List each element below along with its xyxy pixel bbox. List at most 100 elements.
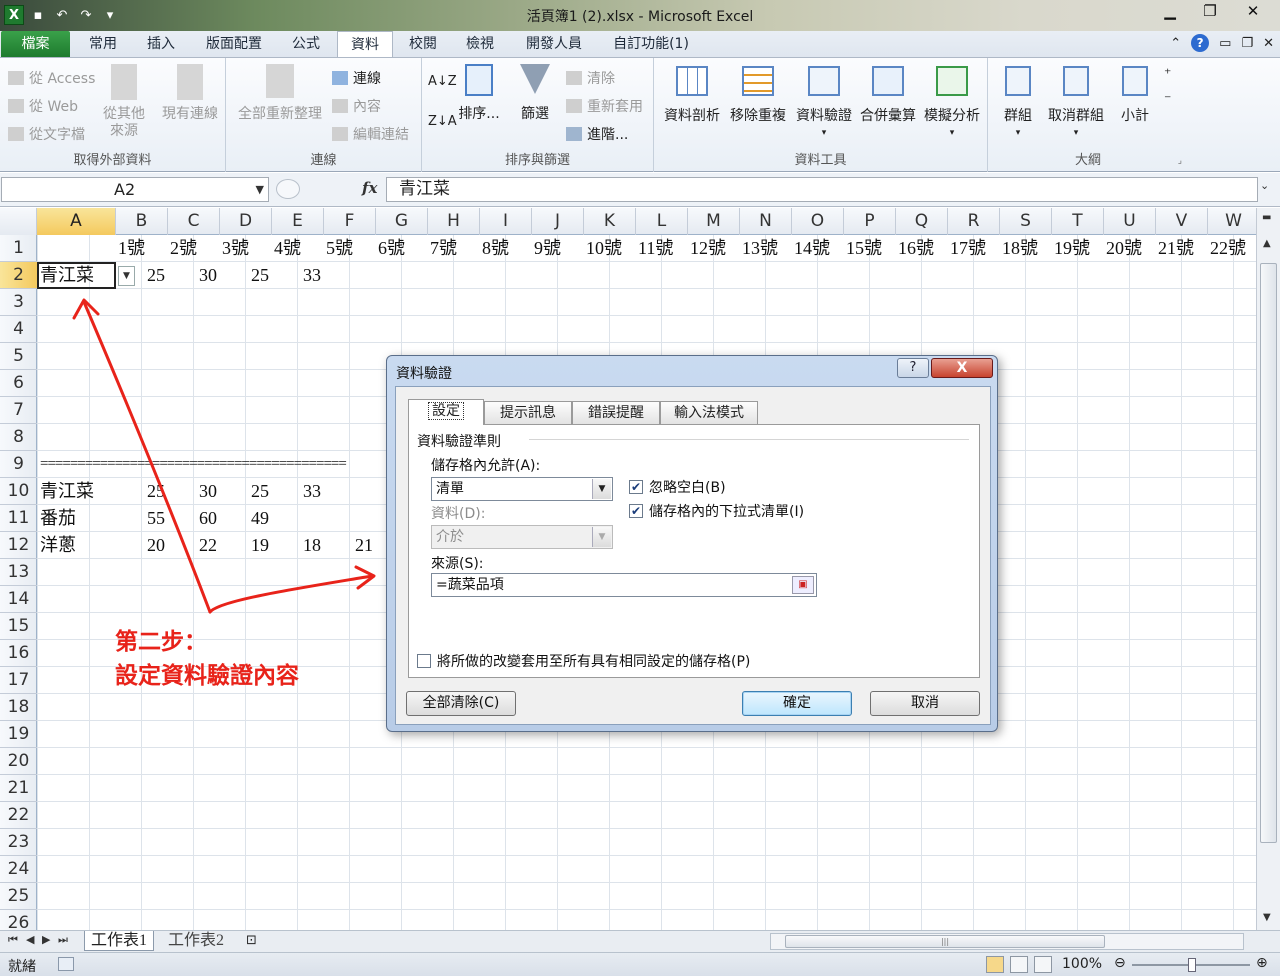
row-header-2[interactable]: 2 — [0, 262, 37, 289]
row-header-1[interactable]: 1 — [0, 235, 37, 262]
cell-d2[interactable]: 25 — [220, 262, 272, 289]
consolidate-button[interactable]: 合併彙算 — [856, 66, 920, 125]
row-header-6[interactable]: 6 — [0, 370, 37, 397]
cell-row1-13[interactable]: 13號 — [740, 235, 792, 262]
data-validation-dropdown-icon[interactable]: ▾ — [792, 125, 856, 142]
allow-select[interactable]: 清單 ▼ — [431, 477, 613, 501]
clear-all-button[interactable]: 全部清除(C) — [406, 691, 516, 716]
ignore-blank-checkbox[interactable]: ✔ — [629, 480, 643, 494]
column-header-g[interactable]: G — [376, 208, 428, 235]
source-input[interactable]: =蔬菜品項 ▣ — [431, 573, 817, 597]
row-header-26[interactable]: 26 — [0, 910, 37, 930]
cell-row1-3[interactable]: 3號 — [220, 235, 272, 262]
what-if-dropdown-icon[interactable]: ▾ — [920, 125, 984, 142]
cell-row1-4[interactable]: 4號 — [272, 235, 324, 262]
scroll-down-icon[interactable]: ▼ — [1263, 912, 1271, 923]
from-text-button[interactable]: 從文字檔 — [8, 124, 85, 144]
cell-a12[interactable]: 洋蔥 — [37, 532, 116, 559]
column-header-c[interactable]: C — [168, 208, 220, 235]
from-access-button[interactable]: 從 Access — [8, 68, 95, 88]
column-header-j[interactable]: J — [532, 208, 584, 235]
cell-row1-8[interactable]: 8號 — [480, 235, 532, 262]
expand-formula-bar-icon[interactable]: ⌄ — [1260, 179, 1276, 199]
column-header-d[interactable]: D — [220, 208, 272, 235]
allow-dropdown-icon[interactable]: ▼ — [592, 479, 611, 499]
ok-button[interactable]: 確定 — [742, 691, 852, 716]
normal-view-icon[interactable] — [986, 956, 1004, 973]
cell-b12[interactable]: 20 — [116, 532, 168, 559]
advanced-filter-button[interactable]: 進階... — [566, 124, 628, 144]
cell-row1-1[interactable]: 1號 — [116, 235, 168, 262]
sheet-tab-1[interactable]: 工作表1 — [84, 931, 155, 951]
row-header-13[interactable]: 13 — [0, 559, 37, 586]
cell-row1-9[interactable]: 9號 — [532, 235, 584, 262]
group-button[interactable]: 群組 ▾ — [994, 66, 1042, 142]
cell-dropdown-arrow-icon[interactable]: ▼ — [118, 266, 135, 286]
tab-formulas[interactable]: 公式 — [283, 31, 329, 57]
cell-row1-16[interactable]: 16號 — [896, 235, 948, 262]
dialog-help-button[interactable]: ? — [897, 358, 929, 378]
zoom-out-icon[interactable]: ⊖ — [1114, 955, 1126, 971]
tab-custom[interactable]: 自訂功能(1) — [606, 31, 696, 57]
row-header-17[interactable]: 17 — [0, 667, 37, 694]
horizontal-scrollbar[interactable]: ||| — [770, 933, 1244, 950]
vertical-scrollbar[interactable]: ▬ ▲ ▼ — [1256, 208, 1280, 930]
row-header-22[interactable]: 22 — [0, 802, 37, 829]
in-cell-dropdown-label[interactable]: 儲存格內的下拉式清單(I) — [649, 501, 804, 521]
next-sheet-icon[interactable]: ▶ — [42, 933, 50, 946]
collapse-ribbon-icon[interactable]: ⌃ — [1170, 36, 1181, 51]
row-header-5[interactable]: 5 — [0, 343, 37, 370]
close-icon[interactable]: ✕ — [1230, 0, 1276, 22]
column-header-u[interactable]: U — [1104, 208, 1156, 235]
clear-filter-button[interactable]: 清除 — [566, 68, 615, 88]
cell-row1-17[interactable]: 17號 — [948, 235, 1000, 262]
cell-c2[interactable]: 30 — [168, 262, 220, 289]
properties-button[interactable]: 內容 — [332, 96, 381, 116]
tab-ime-mode[interactable]: 輸入法模式 — [660, 401, 758, 424]
row-header-16[interactable]: 16 — [0, 640, 37, 667]
cell-row1-11[interactable]: 11號 — [636, 235, 688, 262]
apply-all-label[interactable]: 將所做的改變套用至所有具有相同設定的儲存格(P) — [437, 651, 750, 671]
cell-d12[interactable]: 19 — [220, 532, 272, 559]
dialog-launcher-icon[interactable]: ⌟ — [1178, 156, 1182, 166]
doc-close-icon[interactable]: ✕ — [1263, 36, 1274, 51]
doc-restore-icon[interactable]: ❐ — [1241, 36, 1253, 51]
row-header-12[interactable]: 12 — [0, 532, 37, 559]
tab-settings[interactable]: 設定 — [408, 399, 484, 425]
dialog-close-button[interactable]: X — [931, 358, 993, 378]
cell-row1-14[interactable]: 14號 — [792, 235, 844, 262]
tab-page-layout[interactable]: 版面配置 — [196, 31, 272, 57]
macro-record-icon[interactable] — [58, 957, 74, 971]
sort-button[interactable]: 排序... — [456, 64, 502, 123]
column-header-m[interactable]: M — [688, 208, 740, 235]
cell-row1-19[interactable]: 19號 — [1052, 235, 1104, 262]
cell-e10[interactable]: 33 — [272, 478, 324, 505]
column-header-s[interactable]: S — [1000, 208, 1052, 235]
cell-row1-10[interactable]: 10號 — [584, 235, 636, 262]
scroll-up-icon[interactable]: ▲ — [1263, 238, 1271, 249]
column-header-k[interactable]: K — [584, 208, 636, 235]
cell-a10[interactable]: 青江菜 — [37, 478, 116, 505]
cell-row1-6[interactable]: 6號 — [376, 235, 428, 262]
name-box[interactable]: A2 ▼ — [1, 177, 269, 202]
reapply-button[interactable]: 重新套用 — [566, 96, 643, 116]
cell-e2[interactable]: 33 — [272, 262, 324, 289]
zoom-slider-thumb[interactable] — [1188, 958, 1196, 972]
last-sheet-icon[interactable]: ⏭ — [58, 933, 68, 947]
row-header-19[interactable]: 19 — [0, 721, 37, 748]
cell-row1-12[interactable]: 12號 — [688, 235, 740, 262]
row-header-3[interactable]: 3 — [0, 289, 37, 316]
row-header-23[interactable]: 23 — [0, 829, 37, 856]
zoom-slider[interactable] — [1132, 958, 1250, 972]
row-header-18[interactable]: 18 — [0, 694, 37, 721]
column-header-w[interactable]: W — [1208, 208, 1256, 235]
cell-f12[interactable]: 21 — [324, 532, 376, 559]
column-header-l[interactable]: L — [636, 208, 688, 235]
select-all-corner[interactable] — [0, 208, 37, 235]
cell-row1-5[interactable]: 5號 — [324, 235, 376, 262]
minimize-icon[interactable]: ▁ — [1150, 0, 1190, 22]
row-header-11[interactable]: 11 — [0, 505, 37, 532]
name-box-dropdown-icon[interactable]: ▼ — [256, 178, 264, 201]
cell-row1-21[interactable]: 21號 — [1156, 235, 1208, 262]
column-header-o[interactable]: O — [792, 208, 844, 235]
